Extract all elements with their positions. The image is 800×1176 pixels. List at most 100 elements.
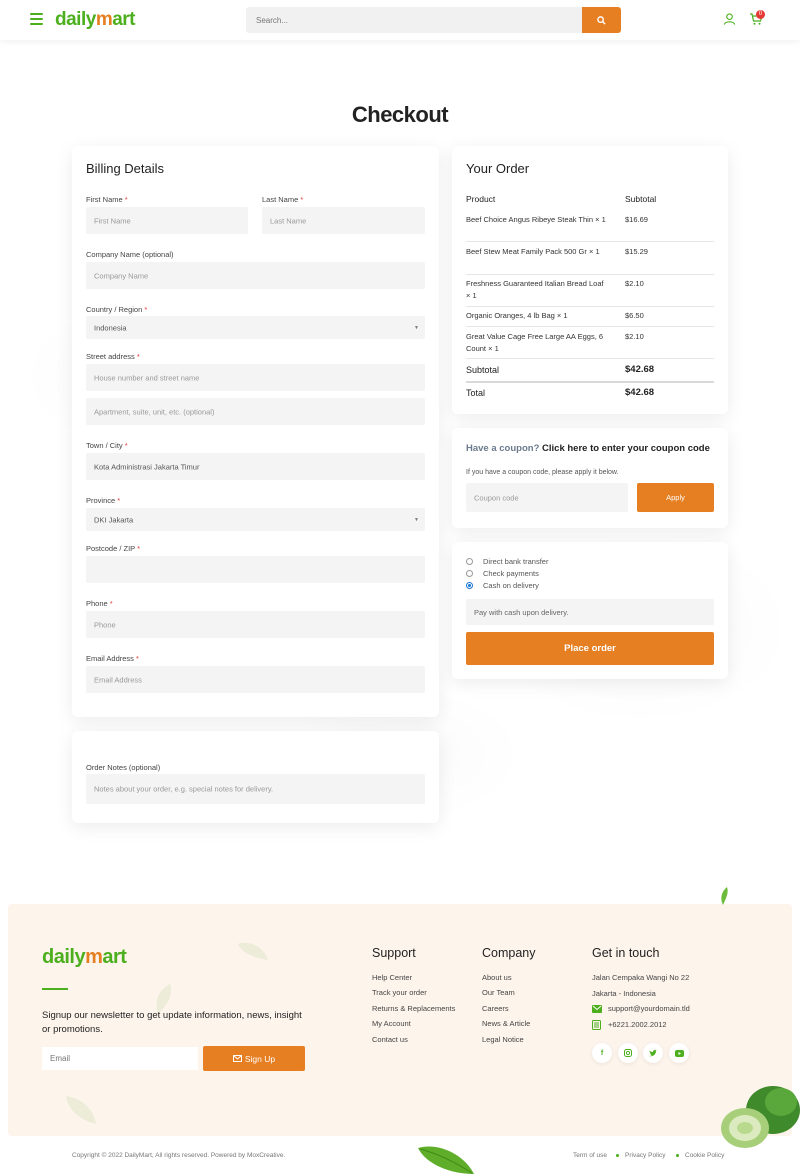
phone-label: Phone * (86, 599, 113, 608)
cart-count-badge: 0 (756, 10, 765, 19)
phone-icon (592, 1020, 601, 1030)
support-link[interactable]: Help Center (372, 973, 412, 982)
town-value: Kota Administrasi Jakarta Timur (94, 462, 200, 471)
order-item-price: $2.10 (625, 332, 644, 341)
payment-method-label[interactable]: Cash on delivery (483, 581, 539, 590)
street-placeholder-2: Apartment, suite, unit, etc. (optional) (94, 407, 215, 416)
leaf-decoration-icon (66, 1096, 96, 1124)
support-link[interactable]: My Account (372, 1019, 411, 1028)
contact-heading: Get in touch (592, 946, 660, 960)
billing-title: Billing Details (86, 161, 165, 176)
province-value: DKI Jakarta (94, 515, 134, 524)
street-label: Street address * (86, 352, 140, 361)
street-placeholder-1: House number and street name (94, 373, 200, 382)
company-label: Company Name (optional) (86, 250, 174, 259)
company-field[interactable]: Company Name (86, 262, 425, 289)
site-logo[interactable]: dailymart (55, 9, 136, 31)
search-input[interactable] (246, 7, 582, 33)
support-link[interactable]: Track your order (372, 988, 427, 997)
total-value: $42.68 (625, 387, 655, 398)
country-select[interactable]: Indonesia ▼ (86, 316, 425, 339)
youtube-icon[interactable] (669, 1043, 689, 1063)
first-name-field[interactable]: First Name (86, 207, 248, 234)
company-link[interactable]: News & Article (482, 1019, 530, 1028)
company-placeholder: Company Name (94, 271, 149, 280)
company-link[interactable]: Careers (482, 1004, 509, 1013)
street-field-2[interactable]: Apartment, suite, unit, etc. (optional) (86, 398, 425, 425)
first-name-placeholder: First Name (94, 216, 131, 225)
company-heading: Company (482, 946, 536, 960)
order-notes-placeholder: Notes about your order, e.g. special not… (94, 784, 274, 794)
search-icon (597, 15, 606, 25)
footer-logo[interactable]: dailymart (42, 946, 127, 969)
coupon-hint: If you have a coupon code, please apply … (466, 469, 619, 476)
order-notes-textarea[interactable]: Notes about your order, e.g. special not… (86, 774, 425, 804)
leaf-decoration-icon (721, 887, 728, 905)
support-email[interactable]: support@yourdomain.tld (608, 1004, 690, 1013)
logo-daily-text: daily (42, 946, 86, 968)
support-link[interactable]: Returns & Replacements (372, 1004, 455, 1013)
chevron-down-icon: ▼ (414, 324, 419, 331)
coupon-input[interactable]: Coupon code (466, 483, 628, 512)
phone-field[interactable]: Phone (86, 611, 425, 638)
divider (466, 381, 714, 383)
order-item-name: Great Value Cage Free Large AA Eggs, 6 C… (466, 332, 604, 353)
company-link[interactable]: Legal Notice (482, 1035, 524, 1044)
your-order-card: Your Order Product Subtotal Beef Choice … (452, 146, 728, 414)
leaf-decoration-icon (418, 1146, 474, 1174)
coupon-card: Have a coupon? Click here to enter your … (452, 428, 728, 528)
last-name-placeholder: Last Name (270, 216, 307, 225)
last-name-field[interactable]: Last Name (262, 207, 425, 234)
apply-coupon-button[interactable]: Apply (637, 483, 714, 512)
logo-daily-text: daily (55, 9, 96, 30)
legal-link[interactable]: Cookie Policy (685, 1152, 724, 1159)
sign-up-button[interactable]: Sign Up (203, 1046, 305, 1071)
menu-icon[interactable] (30, 13, 43, 25)
payment-method-label[interactable]: Check payments (483, 569, 539, 578)
newsletter-email-input[interactable] (42, 1047, 198, 1070)
coupon-link[interactable]: Click here to enter your coupon code (542, 443, 710, 454)
phone-placeholder: Phone (94, 620, 116, 629)
newsletter-text: Signup our newsletter to get update info… (42, 1010, 302, 1035)
page-title: Checkout (351, 102, 449, 127)
logo-underline (42, 988, 68, 990)
twitter-icon[interactable] (643, 1043, 663, 1063)
payment-method-label[interactable]: Direct bank transfer (483, 557, 548, 566)
order-item-price: $16.69 (625, 215, 648, 224)
col-product-header: Product (466, 194, 496, 204)
place-order-button[interactable]: Place order (466, 632, 714, 665)
company-link[interactable]: About us (482, 973, 512, 982)
company-link[interactable]: Our Team (482, 988, 515, 997)
divider (466, 274, 714, 275)
postcode-field[interactable] (86, 556, 425, 583)
order-item-name: Beef Stew Meat Family Pack 500 Gr × 1 (466, 247, 600, 256)
facebook-icon[interactable]: f (592, 1043, 612, 1063)
payment-description-text: Pay with cash upon delivery. (474, 608, 569, 617)
legal-link[interactable]: Privacy Policy (625, 1152, 665, 1159)
coupon-placeholder: Coupon code (474, 493, 519, 502)
radio-bank-transfer[interactable] (466, 558, 473, 565)
col-subtotal-header: Subtotal (625, 194, 657, 204)
radio-check-payments[interactable] (466, 570, 473, 577)
legal-link[interactable]: Term of use (573, 1152, 607, 1159)
radio-cash-on-delivery[interactable] (466, 582, 473, 589)
mail-icon (592, 1005, 602, 1013)
last-name-label: Last Name * (262, 195, 304, 204)
user-icon[interactable] (723, 12, 736, 26)
instagram-icon[interactable] (618, 1043, 638, 1063)
town-field[interactable]: Kota Administrasi Jakarta Timur (86, 453, 425, 480)
street-field-1[interactable]: House number and street name (86, 364, 425, 391)
site-header: dailymart 0 (0, 0, 800, 40)
order-item-price: $2.10 (625, 279, 644, 288)
province-select[interactable]: DKI Jakarta ▼ (86, 508, 425, 531)
email-field[interactable]: Email Address (86, 666, 425, 693)
support-link[interactable]: Contact us (372, 1035, 408, 1044)
billing-details-card: Billing Details First Name * First Name … (72, 146, 439, 717)
payment-card: Direct bank transfer Check payments Cash… (452, 542, 728, 679)
address-line-1: Jalan Cempaka Wangi No 22 (592, 973, 690, 982)
email-label: Email Address * (86, 654, 139, 663)
total-label: Total (466, 388, 486, 398)
search-button[interactable] (582, 7, 621, 33)
coupon-heading: Have a coupon? Click here to enter your … (466, 443, 710, 454)
copyright-text: Copyright © 2022 DailyMart, All rights r… (72, 1152, 286, 1159)
